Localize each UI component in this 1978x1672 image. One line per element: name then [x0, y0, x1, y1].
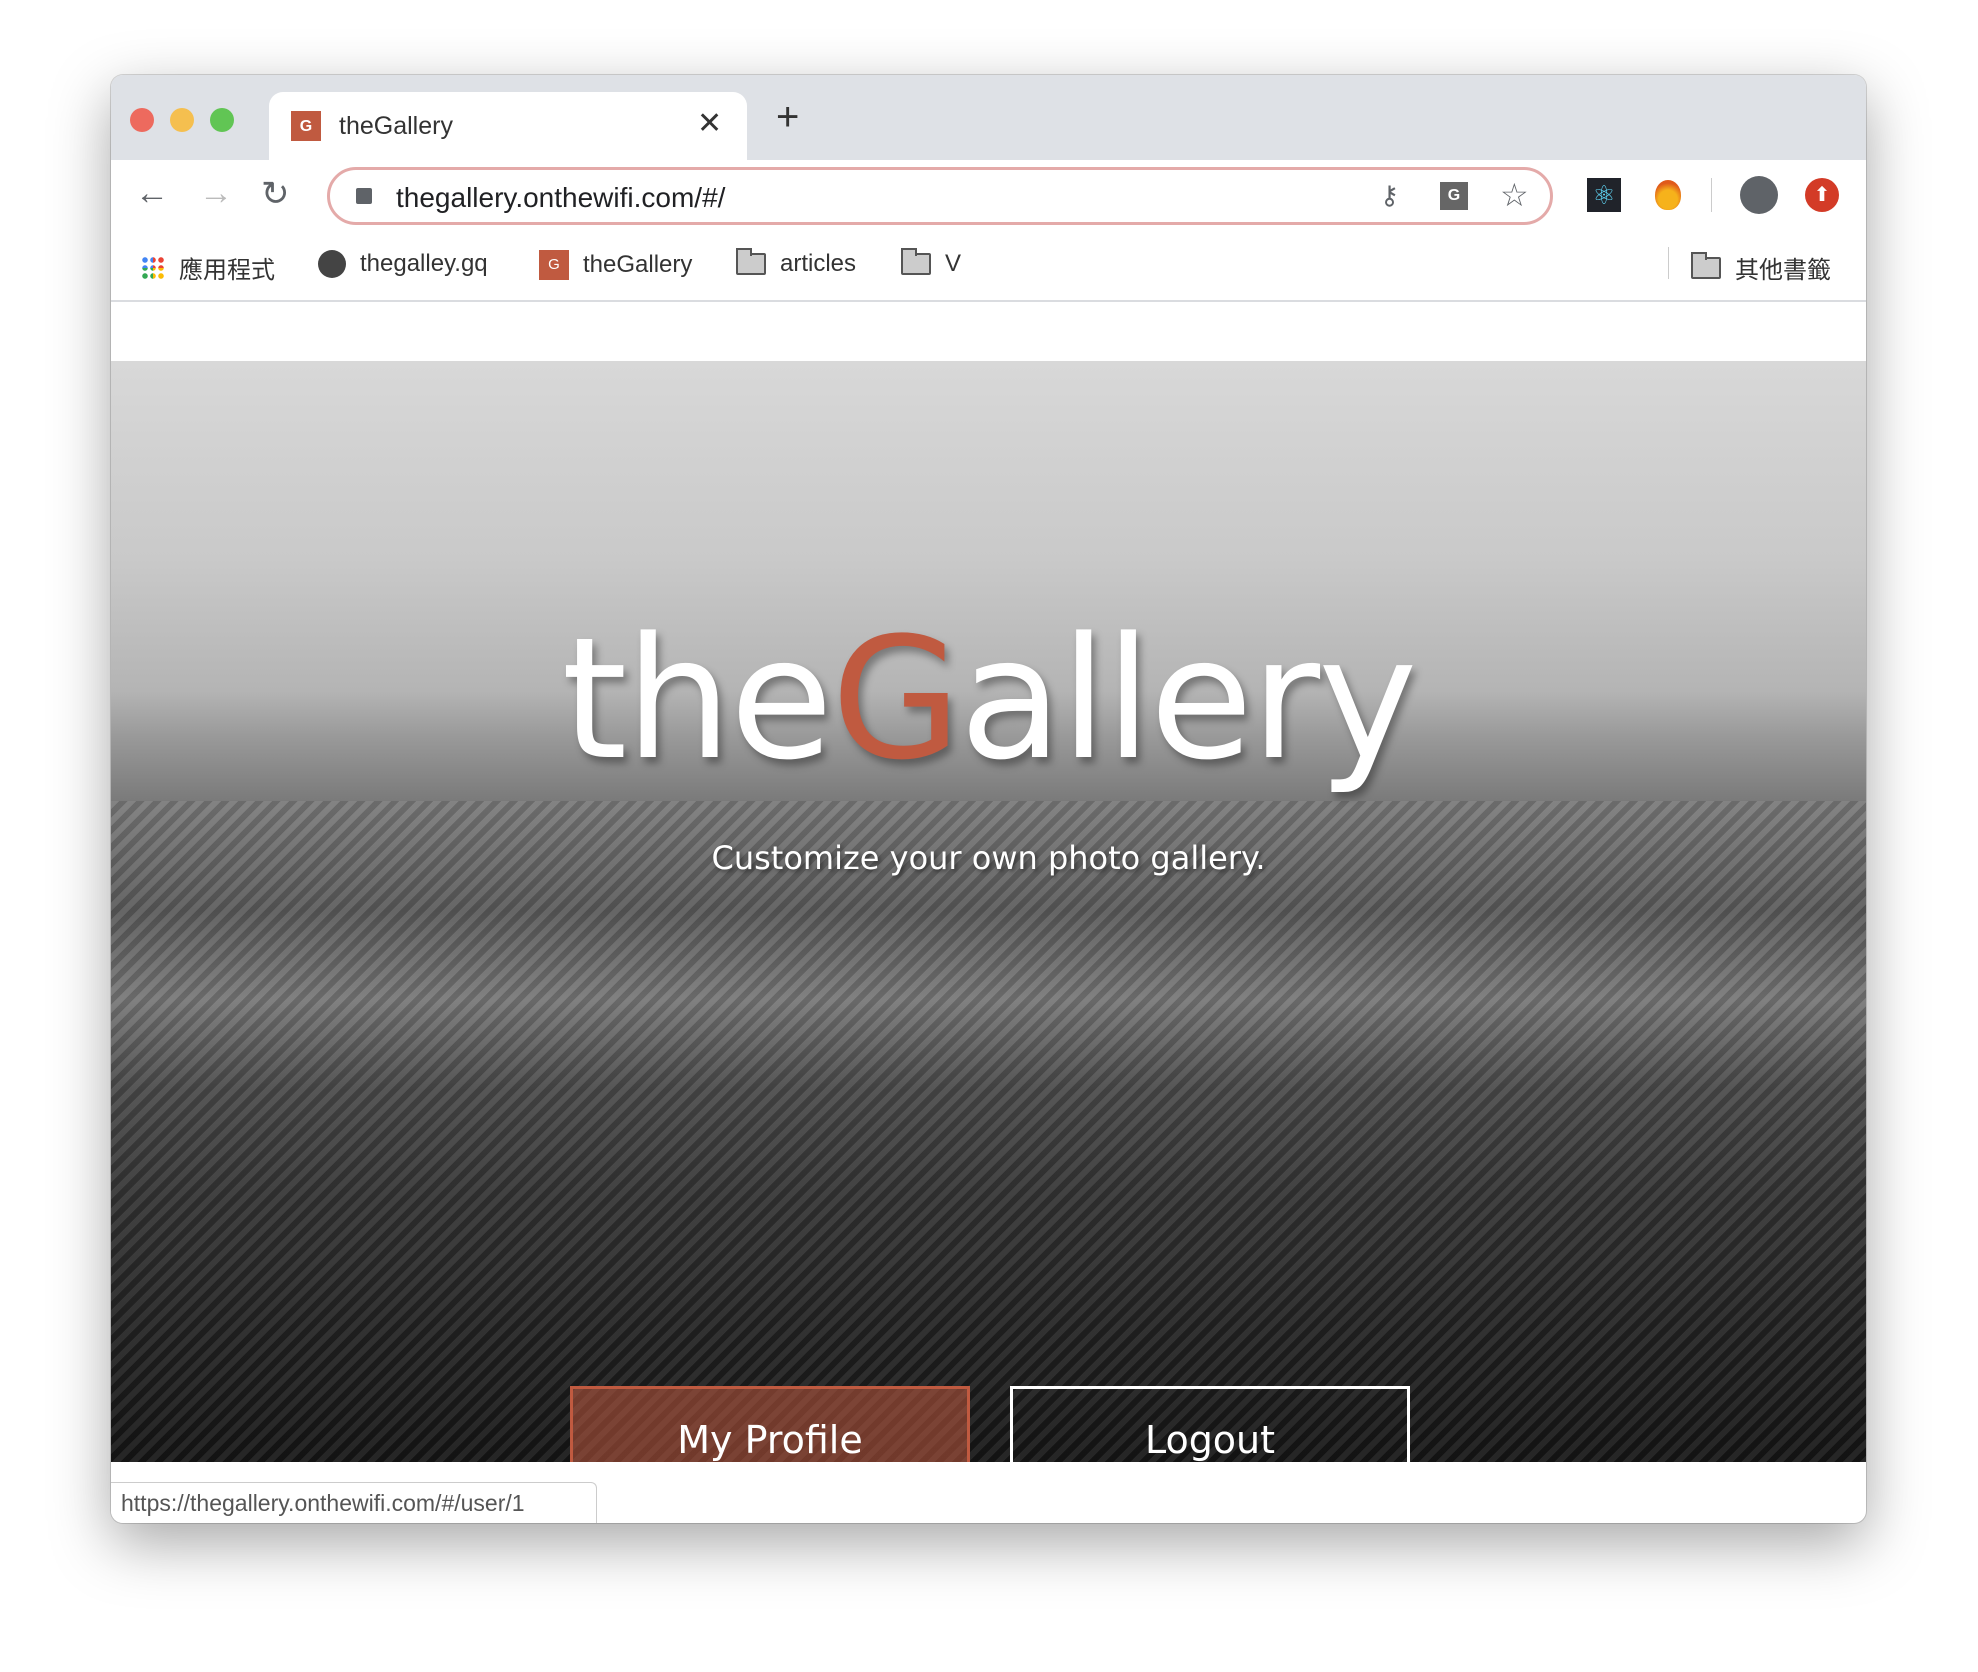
my-profile-button[interactable]: My Profile — [570, 1386, 970, 1462]
hola-extension-icon[interactable] — [1655, 180, 1681, 210]
status-bar-url: https://thegallery.onthewifi.com/#/user/… — [111, 1482, 597, 1523]
favicon-icon: G — [539, 250, 569, 280]
bookmark-articles[interactable]: articles — [736, 248, 857, 278]
bookmark-other[interactable]: 其他書籤 — [1691, 250, 1831, 285]
apps-grid-icon — [141, 255, 165, 280]
browser-window: G theGallery ✕ + ← → ↻ thegallery.onthew… — [111, 75, 1866, 1523]
star-icon[interactable]: ☆ — [1500, 176, 1529, 214]
bookmark-v[interactable]: V — [901, 248, 962, 278]
key-icon[interactable]: ⚷ — [1380, 180, 1399, 211]
minimize-window-button[interactable] — [170, 108, 194, 132]
bookmarks-bar: 應用程式 thegalley.gq G theGallery articles … — [111, 232, 1866, 302]
tab-thegallery[interactable]: G theGallery ✕ — [269, 92, 747, 160]
address-bar[interactable]: thegallery.onthewifi.com/#/ ⚷ G ☆ — [327, 167, 1553, 225]
bookmark-thegallery[interactable]: G theGallery — [539, 250, 692, 280]
profile-avatar-icon[interactable] — [1740, 176, 1778, 214]
bookmark-thegalley-gq[interactable]: thegalley.gq — [318, 250, 488, 278]
bookmark-label: articles — [780, 250, 857, 277]
forward-icon[interactable]: → — [199, 174, 233, 213]
folder-icon — [736, 248, 766, 275]
back-icon[interactable]: ← — [135, 174, 169, 213]
logout-button[interactable]: Logout — [1010, 1386, 1410, 1462]
url-text[interactable]: thegallery.onthewifi.com/#/ — [396, 182, 725, 214]
translate-icon[interactable]: G — [1440, 182, 1468, 210]
divider — [1711, 178, 1712, 212]
tab-bar: G theGallery ✕ + — [111, 75, 1866, 160]
close-tab-icon[interactable]: ✕ — [697, 106, 722, 141]
site-subtitle: Customize your own photo gallery. — [711, 839, 1266, 877]
bookmark-label: thegalley.gq — [360, 250, 488, 277]
reload-icon[interactable]: ↻ — [261, 174, 290, 214]
favicon-icon: G — [291, 111, 321, 141]
site-title: theGallery — [561, 601, 1417, 797]
close-window-button[interactable] — [130, 108, 154, 132]
update-icon[interactable]: ⬆ — [1805, 178, 1839, 212]
toolbar: ← → ↻ thegallery.onthewifi.com/#/ ⚷ G ☆ … — [111, 160, 1866, 232]
bookmark-apps[interactable]: 應用程式 — [141, 250, 275, 285]
new-tab-button[interactable]: + — [776, 97, 799, 137]
divider — [1668, 247, 1669, 279]
globe-icon — [318, 250, 346, 278]
lock-icon — [356, 188, 372, 204]
tab-title: theGallery — [339, 112, 453, 140]
react-devtools-icon[interactable]: ⚛ — [1587, 178, 1621, 212]
city-background-image — [111, 801, 1866, 1462]
folder-icon — [1691, 251, 1721, 279]
bookmark-label: theGallery — [583, 251, 693, 278]
hero-banner: theGallery Customize your own photo gall… — [111, 361, 1866, 1462]
bookmark-label: V — [945, 250, 962, 277]
bookmark-label: 應用程式 — [179, 257, 275, 284]
maximize-window-button[interactable] — [210, 108, 234, 132]
bookmark-label: 其他書籤 — [1735, 257, 1831, 284]
folder-icon — [901, 248, 931, 275]
